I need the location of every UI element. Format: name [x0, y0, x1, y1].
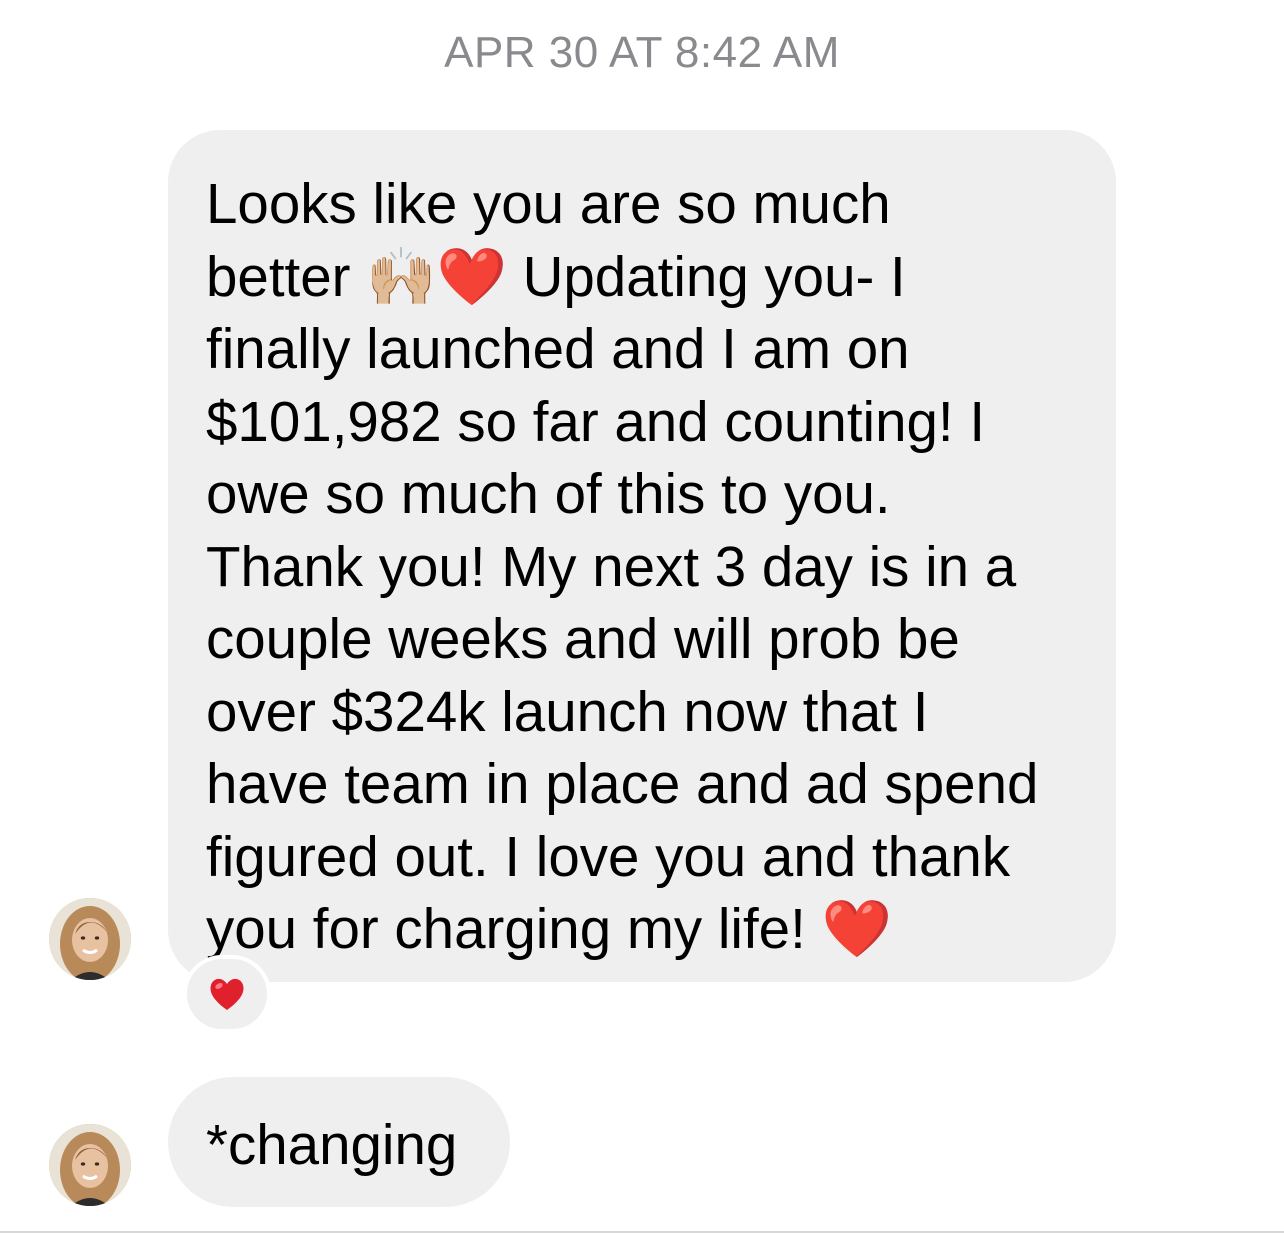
sender-avatar[interactable]: [49, 898, 131, 980]
message-text: *changing: [206, 1113, 458, 1176]
sender-avatar[interactable]: [49, 1124, 131, 1206]
heart-icon: [210, 978, 244, 1010]
avatar-photo: [49, 1124, 131, 1206]
heart-reaction[interactable]: [183, 955, 271, 1033]
avatar-photo: [49, 898, 131, 980]
message-text: Looks like you are so much better 🙌🏼❤️ U…: [206, 172, 1039, 960]
message-bubble[interactable]: *changing: [168, 1077, 510, 1207]
message-timestamp: APR 30 AT 8:42 AM: [444, 28, 840, 77]
message-bubble[interactable]: Looks like you are so much better 🙌🏼❤️ U…: [168, 130, 1116, 982]
